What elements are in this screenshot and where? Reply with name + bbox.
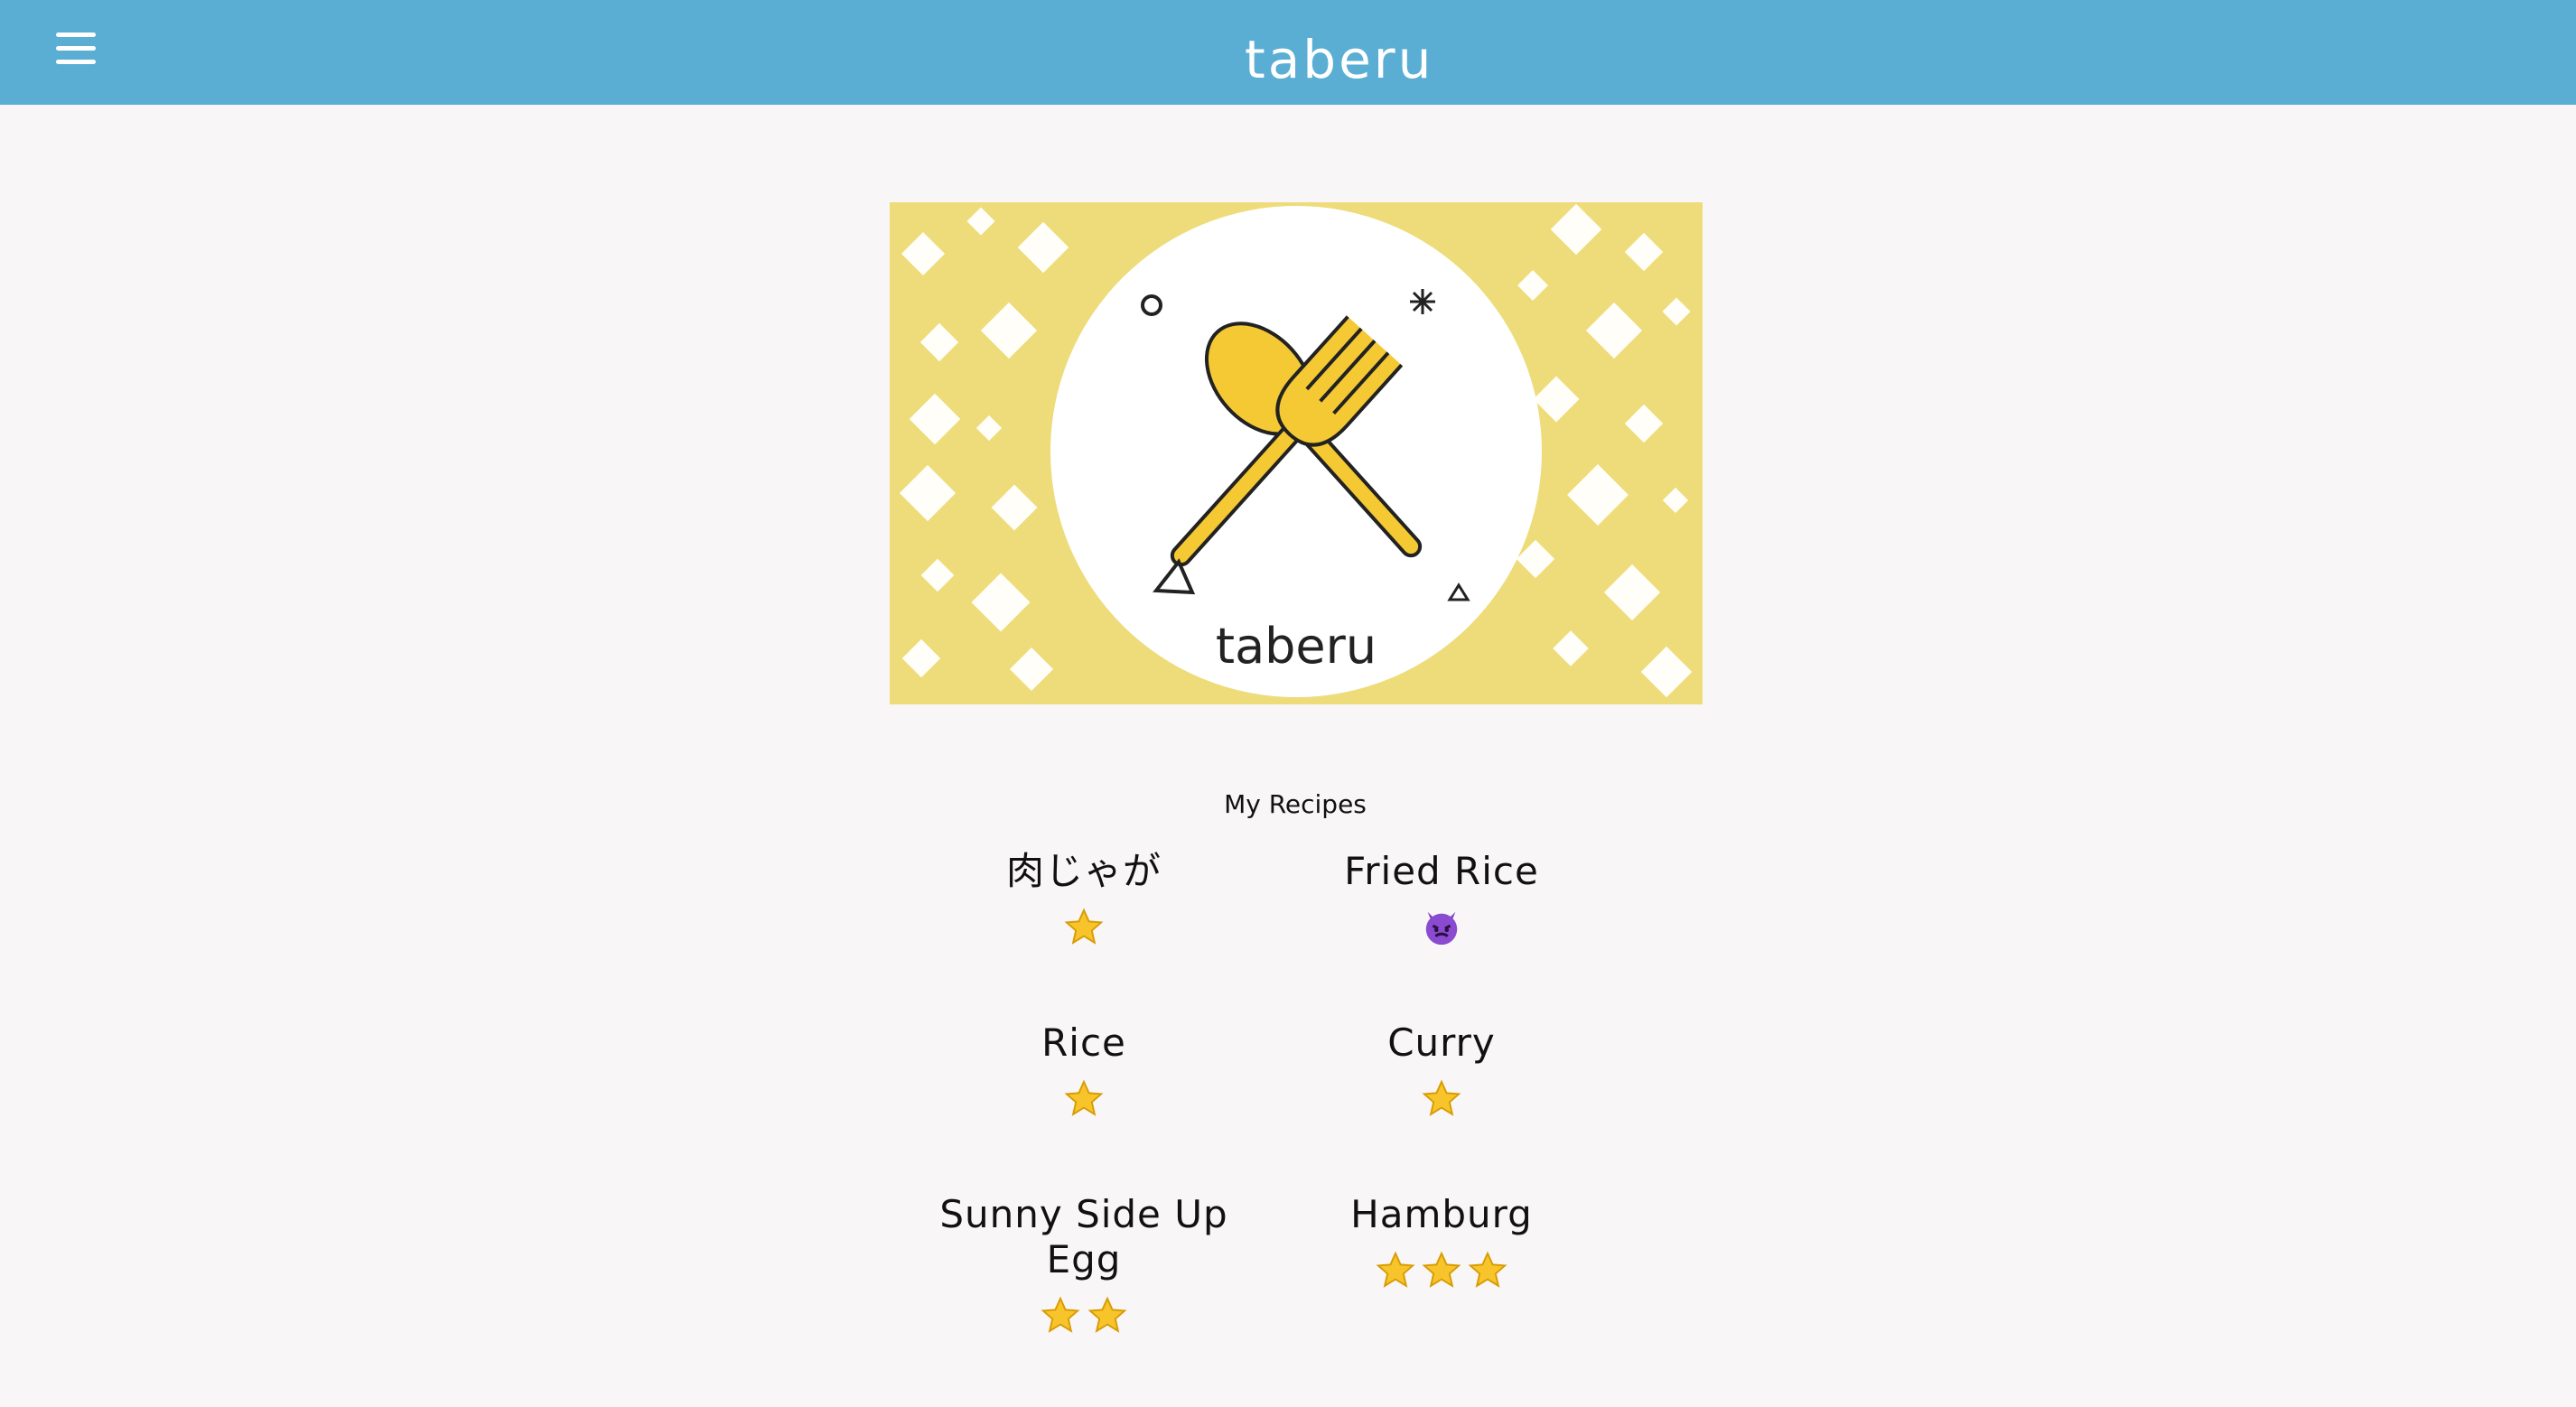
recipe-item-curry[interactable]: Curry xyxy=(1261,1020,1622,1122)
app-logo[interactable]: taberu xyxy=(1237,20,1454,92)
star-icon xyxy=(1041,1296,1080,1333)
recipe-item-hamburg[interactable]: Hamburg xyxy=(1261,1192,1622,1293)
star-icon xyxy=(1468,1251,1507,1288)
recipe-rating xyxy=(1261,907,1622,950)
recipe-name: Rice xyxy=(1041,1020,1126,1065)
star-icon xyxy=(1087,1296,1127,1333)
hamburger-menu-icon[interactable] xyxy=(52,31,99,67)
star-icon xyxy=(1422,1079,1461,1116)
recipe-rating xyxy=(1261,1078,1622,1122)
hero-banner-image: taberu xyxy=(890,202,1703,704)
recipe-name: Curry xyxy=(1387,1020,1496,1065)
section-title: My Recipes xyxy=(1224,789,1367,819)
star-icon xyxy=(1064,908,1104,945)
recipe-name: Sunny Side Up Egg xyxy=(939,1192,1228,1281)
recipe-rating xyxy=(1261,1250,1622,1293)
recipe-item-rice[interactable]: Rice xyxy=(903,1020,1265,1122)
recipe-rating xyxy=(903,1078,1265,1122)
recipe-name: Hamburg xyxy=(1350,1192,1533,1236)
devil-face-icon xyxy=(1425,911,1458,946)
star-icon xyxy=(1064,1079,1104,1116)
svg-text:taberu: taberu xyxy=(1245,29,1433,90)
recipe-item-nikujaga[interactable]: 肉じゃが xyxy=(903,849,1265,950)
recipe-name: Fried Rice xyxy=(1344,849,1539,893)
recipe-rating xyxy=(903,1295,1265,1338)
top-navigation-bar: taberu xyxy=(0,0,2576,105)
star-icon xyxy=(1376,1251,1415,1288)
star-icon xyxy=(1422,1251,1461,1288)
recipe-rating xyxy=(903,907,1265,950)
recipe-item-fried-rice[interactable]: Fried Rice xyxy=(1261,849,1622,950)
svg-text:taberu: taberu xyxy=(1216,618,1377,675)
recipe-name: 肉じゃが xyxy=(1005,849,1162,893)
recipe-item-sunny-side-up-egg[interactable]: Sunny Side Up Egg xyxy=(903,1192,1265,1338)
